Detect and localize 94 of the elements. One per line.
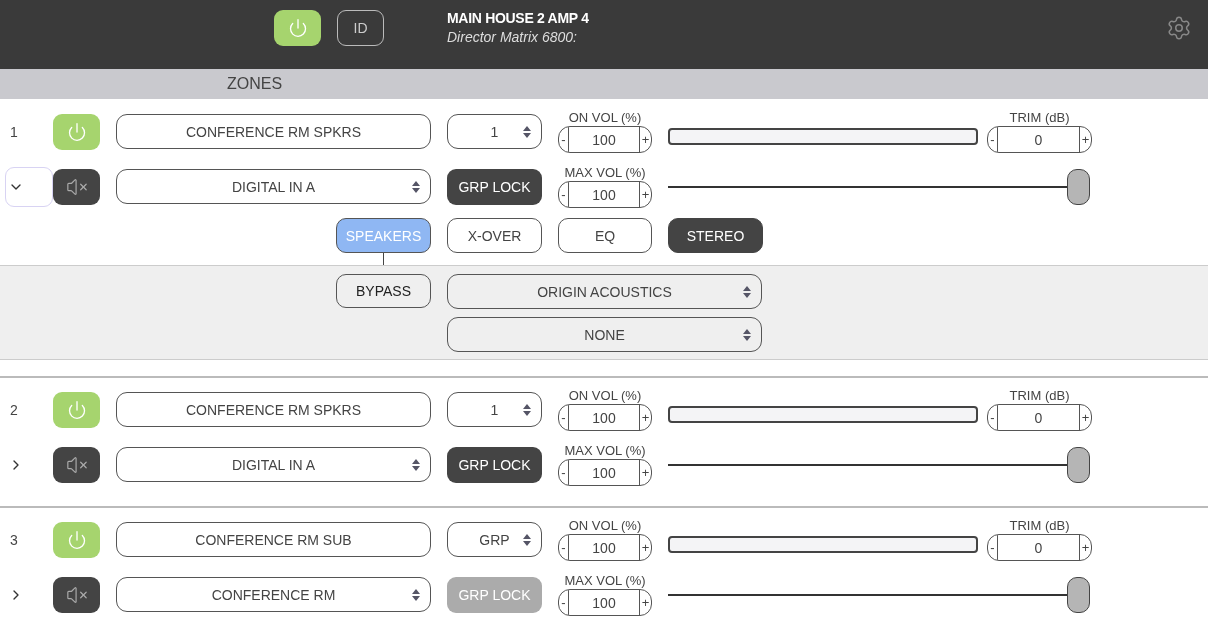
stepper-value: 100 xyxy=(591,408,617,428)
source-select[interactable]: DIGITAL IN A xyxy=(116,169,431,204)
zone-number: 2 xyxy=(9,401,19,418)
increment-button[interactable]: + xyxy=(639,535,651,560)
toggle-button[interactable]: STEREO xyxy=(668,218,763,253)
bypass-button[interactable]: BYPASS xyxy=(336,274,431,308)
decrement-button[interactable]: - xyxy=(559,405,569,430)
increment-button[interactable]: + xyxy=(639,182,651,207)
device-subtitle: Director Matrix 6800: xyxy=(447,29,578,45)
mute-button[interactable] xyxy=(53,168,100,205)
mute-button[interactable] xyxy=(53,446,100,483)
on-vol-label: ON VOL (%) xyxy=(568,110,642,125)
trim-label: TRIM (dB) xyxy=(1009,388,1070,403)
on-vol-label: ON VOL (%) xyxy=(568,388,642,403)
number-stepper[interactable]: - 100 + xyxy=(558,126,652,153)
number-stepper[interactable]: - 0 + xyxy=(987,126,1092,153)
tab[interactable]: EQ xyxy=(558,218,652,253)
max-vol-label: MAX VOL (%) xyxy=(564,165,646,180)
group-select[interactable]: 1 xyxy=(447,114,542,149)
zone-name-field[interactable]: CONFERENCE RM SPKRS xyxy=(116,392,431,427)
increment-button[interactable]: + xyxy=(1079,405,1091,430)
increment-button[interactable]: + xyxy=(639,590,651,615)
tab[interactable]: X-OVER xyxy=(447,218,542,253)
stepper-value: 100 xyxy=(591,185,617,205)
number-stepper[interactable]: - 100 + xyxy=(558,404,652,431)
number-stepper[interactable]: - 100 + xyxy=(558,589,652,616)
zone-name-field[interactable]: CONFERENCE RM SUB xyxy=(116,522,431,557)
source-select[interactable]: DIGITAL IN A xyxy=(116,447,431,482)
slider-thumb[interactable] xyxy=(1067,576,1090,613)
select-arrows-icon xyxy=(523,403,531,416)
select-arrows-icon xyxy=(412,588,420,601)
increment-button[interactable]: + xyxy=(639,460,651,485)
zone-number: 1 xyxy=(9,123,19,140)
select-arrows-icon xyxy=(412,180,420,193)
power-button[interactable] xyxy=(274,10,321,46)
stepper-value: 0 xyxy=(1033,130,1044,150)
stepper-value: 100 xyxy=(591,593,617,613)
settings-icon xyxy=(1166,15,1192,41)
decrement-button[interactable]: - xyxy=(559,535,569,560)
max-vol-label: MAX VOL (%) xyxy=(564,443,646,458)
stepper-value: 100 xyxy=(591,538,617,558)
increment-button[interactable]: + xyxy=(1079,535,1091,560)
id-button[interactable]: ID xyxy=(337,10,384,46)
expand-toggle[interactable] xyxy=(5,166,53,207)
power-icon xyxy=(66,121,87,142)
power-icon xyxy=(66,399,87,420)
decrement-button[interactable]: - xyxy=(559,590,569,615)
group-select[interactable]: 1 xyxy=(447,392,542,427)
slider-thumb[interactable] xyxy=(1067,446,1090,483)
decrement-button[interactable]: - xyxy=(559,182,569,207)
number-stepper[interactable]: - 0 + xyxy=(987,404,1092,431)
number-stepper[interactable]: - 0 + xyxy=(987,534,1092,561)
grp-lock-button[interactable]: GRP LOCK xyxy=(447,446,542,483)
number-stepper[interactable]: - 100 + xyxy=(558,181,652,208)
max-vol-label: MAX VOL (%) xyxy=(564,573,646,588)
on-vol-label: ON VOL (%) xyxy=(568,518,642,533)
max-volume-slider[interactable] xyxy=(668,168,1090,205)
model-select[interactable]: NONE xyxy=(447,317,762,352)
max-volume-slider[interactable] xyxy=(668,576,1090,613)
zones-heading: ZONES xyxy=(227,75,283,93)
group-select[interactable]: GRP xyxy=(447,522,542,557)
max-volume-slider[interactable] xyxy=(668,446,1090,483)
zone-name-field[interactable]: CONFERENCE RM SPKRS xyxy=(116,114,431,149)
number-stepper[interactable]: - 100 + xyxy=(558,534,652,561)
increment-button[interactable]: + xyxy=(639,405,651,430)
power-icon xyxy=(66,529,87,550)
mute-button[interactable] xyxy=(53,576,100,613)
number-stepper[interactable]: - 100 + xyxy=(558,459,652,486)
brand-select[interactable]: ORIGIN ACOUSTICS xyxy=(447,274,762,309)
stepper-value: 100 xyxy=(591,463,617,483)
power-icon xyxy=(287,18,308,38)
select-arrows-icon xyxy=(412,458,420,471)
source-select[interactable]: CONFERENCE RM xyxy=(116,577,431,612)
decrement-button[interactable]: - xyxy=(988,127,998,152)
trim-label: TRIM (dB) xyxy=(1009,518,1070,533)
stepper-value: 100 xyxy=(591,130,617,150)
trim-label: TRIM (dB) xyxy=(1009,110,1070,125)
grp-lock-button[interactable]: GRP LOCK xyxy=(447,168,542,205)
decrement-button[interactable]: - xyxy=(988,405,998,430)
decrement-button[interactable]: - xyxy=(559,460,569,485)
select-arrows-icon xyxy=(743,328,751,341)
zone-number: 3 xyxy=(9,531,19,548)
decrement-button[interactable]: - xyxy=(559,127,569,152)
slider-thumb[interactable] xyxy=(1067,168,1090,205)
stepper-value: 0 xyxy=(1033,538,1044,558)
select-arrows-icon xyxy=(523,125,531,138)
device-title: MAIN HOUSE 2 AMP 4 xyxy=(447,10,589,26)
increment-button[interactable]: + xyxy=(1079,127,1091,152)
settings-button[interactable] xyxy=(1166,15,1192,41)
decrement-button[interactable]: - xyxy=(988,535,998,560)
increment-button[interactable]: + xyxy=(639,127,651,152)
select-arrows-icon xyxy=(523,533,531,546)
select-arrows-icon xyxy=(743,285,751,298)
stepper-value: 0 xyxy=(1033,408,1044,428)
